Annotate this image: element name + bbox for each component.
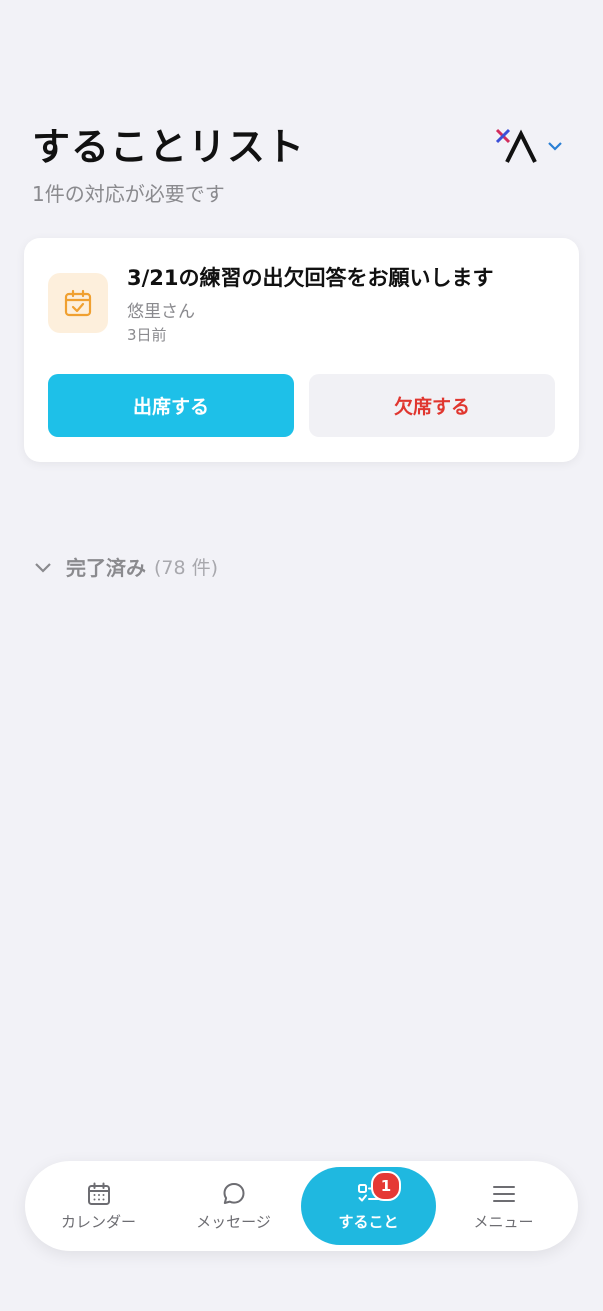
menu-icon — [492, 1185, 515, 1202]
attend-button[interactable]: 出席する — [48, 374, 294, 437]
tab-label: メッセージ — [196, 1212, 271, 1231]
page-header: することリスト 1件の対応が必要です — [32, 122, 573, 207]
page-subtitle: 1件の対応が必要です — [32, 182, 225, 206]
absent-button[interactable]: 欠席する — [309, 374, 555, 437]
chat-bubble-icon — [223, 1182, 244, 1204]
calendar-icon — [87, 1182, 110, 1205]
todo-card[interactable]: 3/21の練習の出欠回答をお願いします 悠里さん 3日前 出席する 欠席する — [24, 238, 579, 462]
tab-menu[interactable]: メニュー — [436, 1167, 571, 1245]
tab-messages[interactable]: メッセージ — [166, 1167, 301, 1245]
tab-label: メニュー — [473, 1212, 534, 1231]
todo-timestamp: 3日前 — [127, 326, 167, 344]
chevron-down-icon — [35, 562, 51, 573]
todo-sender: 悠里さん — [127, 302, 195, 322]
team-switcher[interactable] — [495, 126, 563, 166]
bottom-tab-bar: カレンダー メッセージ すること 1 メニュー — [25, 1161, 578, 1251]
team-logo-icon — [495, 128, 537, 163]
completed-label: 完了済み — [66, 556, 146, 580]
tab-label: すること — [338, 1212, 399, 1231]
tab-label: カレンダー — [60, 1212, 136, 1231]
todo-title: 3/21の練習の出欠回答をお願いします — [127, 266, 494, 290]
tab-calendar[interactable]: カレンダー — [31, 1167, 166, 1245]
page-title: することリスト — [32, 125, 306, 169]
chevron-down-icon — [548, 142, 562, 151]
calendar-check-icon — [48, 273, 108, 333]
tab-todo[interactable]: すること 1 — [301, 1167, 436, 1245]
completed-section-toggle[interactable]: 完了済み (78 件) — [34, 552, 218, 581]
completed-count: (78 件) — [154, 557, 219, 579]
notification-badge: 1 — [371, 1171, 401, 1201]
